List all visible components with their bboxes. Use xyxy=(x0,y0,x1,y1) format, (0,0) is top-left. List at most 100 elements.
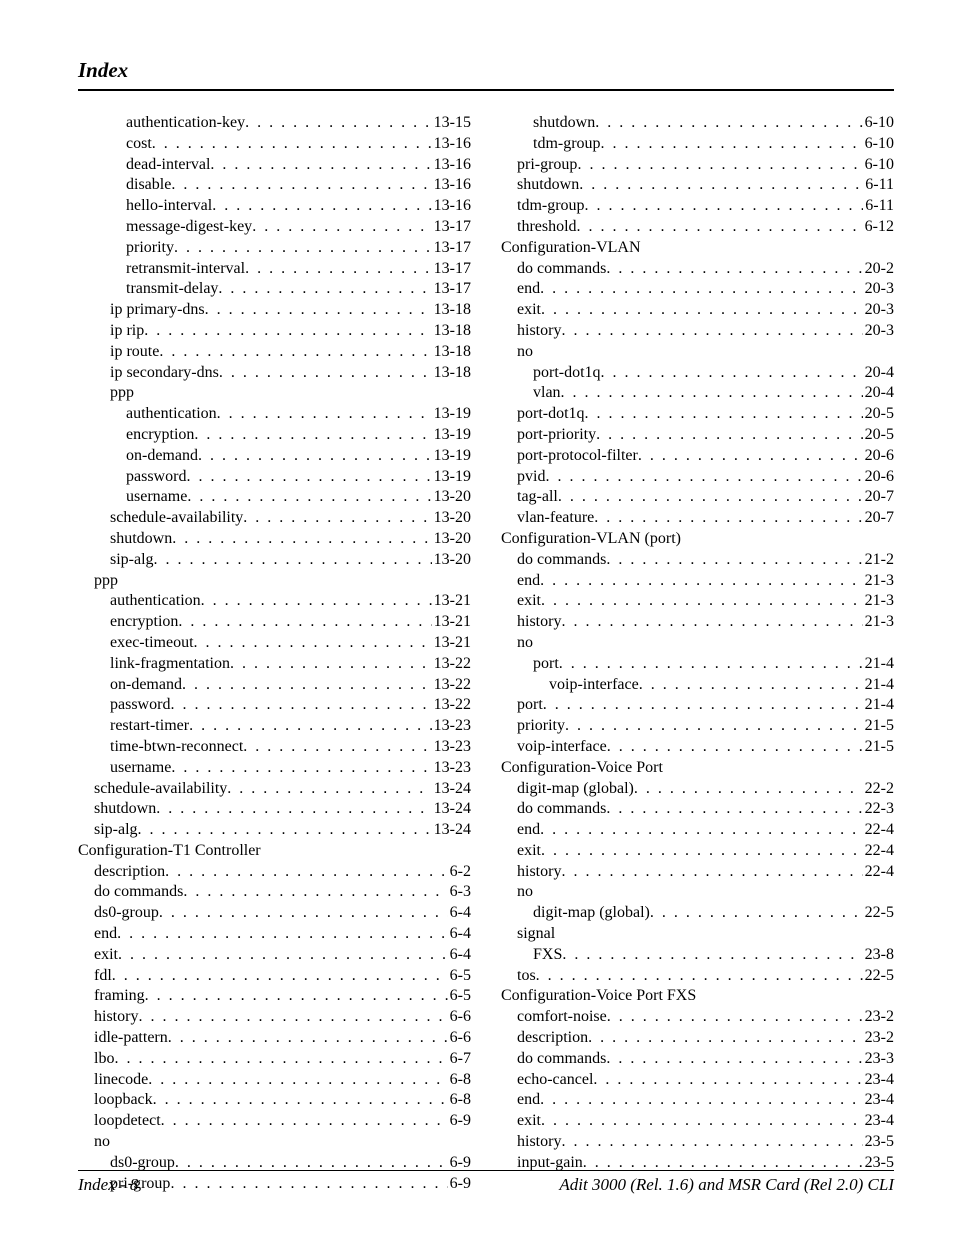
leader-dots xyxy=(588,1028,863,1049)
index-entry: history20-3 xyxy=(501,321,894,342)
index-entry-label: end xyxy=(94,924,117,945)
index-entry: digit-map (global)22-2 xyxy=(501,779,894,800)
index-heading: Configuration-Voice Port xyxy=(501,758,894,779)
index-entry-page: 13-17 xyxy=(432,238,471,259)
page: Index authentication-key13-15cost13-16de… xyxy=(0,0,954,1235)
index-entry-label: restart-timer xyxy=(110,716,189,737)
index-entry-label: username xyxy=(110,758,171,779)
index-entry: vlan-feature20-7 xyxy=(501,508,894,529)
index-entry: password13-22 xyxy=(78,695,471,716)
index-heading: no xyxy=(501,633,894,654)
index-entry-label: password xyxy=(126,467,186,488)
index-entry-page: 13-15 xyxy=(432,113,471,134)
index-heading: no xyxy=(501,882,894,903)
index-entry-page: 13-18 xyxy=(432,321,471,342)
leader-dots xyxy=(540,1090,863,1111)
index-entry: voip-interface21-4 xyxy=(501,675,894,696)
index-entry-label: linecode xyxy=(94,1070,148,1091)
leader-dots xyxy=(585,404,863,425)
leader-dots xyxy=(561,383,863,404)
index-entry-page: 21-5 xyxy=(863,737,894,758)
index-entry-label: echo-cancel xyxy=(517,1070,593,1091)
index-entry-page: 23-4 xyxy=(863,1070,894,1091)
index-entry-label: encryption xyxy=(110,612,178,633)
index-entry: message-digest-key13-17 xyxy=(78,217,471,238)
leader-dots xyxy=(541,591,863,612)
index-entry-label: FXS xyxy=(533,945,562,966)
index-entry-label: authentication xyxy=(126,404,217,425)
index-entry: exit21-3 xyxy=(501,591,894,612)
index-entry-label: disable xyxy=(126,175,171,196)
index-entry-label: ds0-group xyxy=(94,903,159,924)
leader-dots xyxy=(118,945,448,966)
index-entry: do commands21-2 xyxy=(501,550,894,571)
index-entry-label: exec-timeout xyxy=(110,633,194,654)
index-heading: Configuration-VLAN xyxy=(501,238,894,259)
index-entry-label: tos xyxy=(517,966,536,987)
leader-dots xyxy=(561,612,862,633)
index-entry-page: 22-4 xyxy=(863,820,894,841)
index-entry: password13-19 xyxy=(78,467,471,488)
index-entry-page: 13-24 xyxy=(432,779,471,800)
index-entry: on-demand13-19 xyxy=(78,446,471,467)
index-entry-page: 13-24 xyxy=(432,799,471,820)
index-entry-page: 6-11 xyxy=(863,196,894,217)
index-body: authentication-key13-15cost13-16dead-int… xyxy=(78,113,894,1194)
index-entry-page: 6-8 xyxy=(448,1070,471,1091)
index-entry-page: 6-5 xyxy=(448,986,471,1007)
index-entry-label: link-fragmentation xyxy=(110,654,230,675)
index-entry-page: 23-2 xyxy=(863,1028,894,1049)
index-entry-label: Configuration-VLAN (port) xyxy=(501,529,681,550)
index-entry-label: Configuration-Voice Port FXS xyxy=(501,986,696,1007)
index-entry: loopback6-8 xyxy=(78,1090,471,1111)
index-entry-page: 6-10 xyxy=(863,113,894,134)
footer-rule xyxy=(78,1170,894,1171)
index-entry-label: exit xyxy=(517,300,541,321)
index-entry: shutdown13-20 xyxy=(78,529,471,550)
index-entry: lbo6-7 xyxy=(78,1049,471,1070)
leader-dots xyxy=(198,446,432,467)
index-entry-page: 13-20 xyxy=(432,487,471,508)
index-heading: signal xyxy=(501,924,894,945)
index-entry-label: ip rip xyxy=(110,321,144,342)
leader-dots xyxy=(606,550,862,571)
leader-dots xyxy=(565,716,863,737)
index-entry-page: 13-18 xyxy=(432,300,471,321)
index-entry-page: 6-10 xyxy=(863,134,894,155)
index-entry-label: do commands xyxy=(517,799,606,820)
index-entry-label: shutdown xyxy=(94,799,156,820)
index-entry-label: time-btwn-reconnect xyxy=(110,737,243,758)
leader-dots xyxy=(194,633,432,654)
leader-dots xyxy=(585,196,864,217)
index-entry-page: 21-3 xyxy=(863,612,894,633)
index-entry: username13-23 xyxy=(78,758,471,779)
index-entry: port-protocol-filter20-6 xyxy=(501,446,894,467)
leader-dots xyxy=(541,300,863,321)
index-entry-page: 6-6 xyxy=(448,1007,471,1028)
index-heading: no xyxy=(78,1132,471,1153)
index-entry-page: 13-22 xyxy=(432,654,471,675)
index-entry-label: authentication xyxy=(110,591,201,612)
index-entry: do commands6-3 xyxy=(78,882,471,903)
index-entry: end22-4 xyxy=(501,820,894,841)
index-heading: ppp xyxy=(78,383,471,404)
leader-dots xyxy=(117,924,448,945)
leader-dots xyxy=(245,259,432,280)
leader-dots xyxy=(186,467,431,488)
leader-dots xyxy=(607,737,863,758)
index-entry: do commands23-3 xyxy=(501,1049,894,1070)
leader-dots xyxy=(152,134,432,155)
index-entry-page: 13-20 xyxy=(432,529,471,550)
index-entry: port21-4 xyxy=(501,654,894,675)
index-entry-page: 6-4 xyxy=(448,903,471,924)
index-entry-label: do commands xyxy=(517,259,606,280)
index-entry-label: do commands xyxy=(517,550,606,571)
leader-dots xyxy=(138,820,432,841)
index-entry-label: history xyxy=(517,612,561,633)
index-entry-page: 13-16 xyxy=(432,175,471,196)
index-entry-page: 13-20 xyxy=(432,508,471,529)
index-entry: history 21-3 xyxy=(501,612,894,633)
index-entry-page: 13-18 xyxy=(432,363,471,384)
index-entry-label: on-demand xyxy=(110,675,182,696)
index-entry-label: do commands xyxy=(94,882,183,903)
